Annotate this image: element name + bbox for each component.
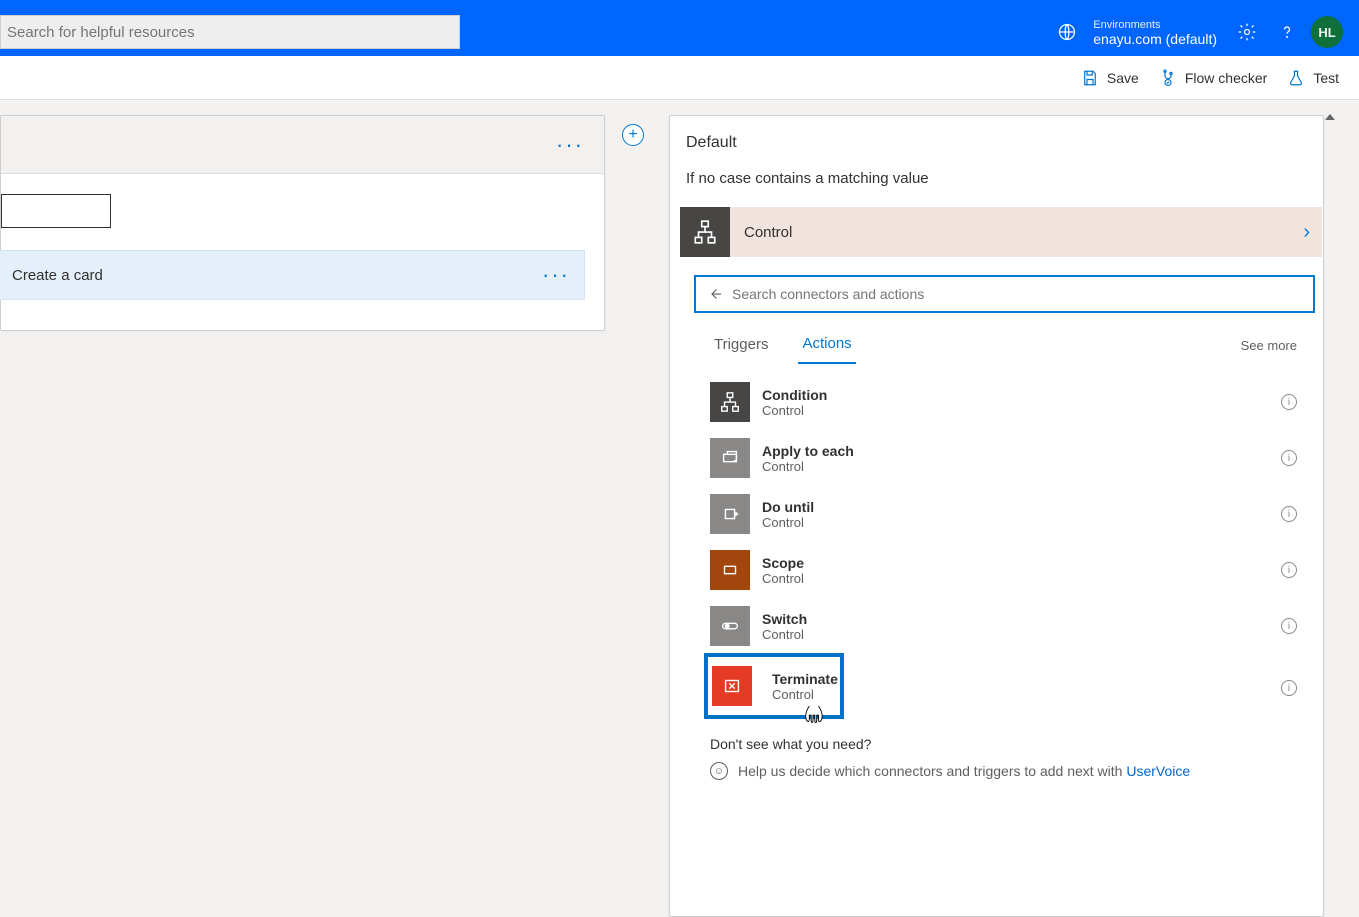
action-do-until[interactable]: Do untilControl i (710, 486, 1307, 542)
back-arrow-icon[interactable] (706, 285, 724, 303)
action-sub: Control (762, 403, 827, 418)
action-sub: Control (762, 459, 854, 474)
window-top-strip (0, 0, 1359, 8)
apply-each-icon (710, 438, 750, 478)
action-name: Switch (762, 611, 807, 627)
flow-checker-button[interactable]: Flow checker (1159, 69, 1267, 87)
switch-icon (710, 606, 750, 646)
scope-icon (710, 550, 750, 590)
action-name: Do until (762, 499, 814, 515)
help-section: Don't see what you need? ☺ Help us decid… (670, 722, 1323, 790)
help-text: Help us decide which connectors and trig… (738, 763, 1126, 779)
action-terminate[interactable]: TerminateControl i (710, 654, 1307, 722)
create-card-action[interactable]: Create a card ··· (0, 250, 585, 300)
create-card-menu-icon[interactable]: ··· (542, 262, 570, 288)
help-question: Don't see what you need? (710, 736, 1307, 752)
chevron-right-icon[interactable]: › (1303, 221, 1322, 244)
scroll-up-icon[interactable] (1325, 114, 1335, 120)
info-icon[interactable]: i (1281, 680, 1297, 696)
info-icon[interactable]: i (1281, 506, 1297, 522)
terminate-icon (712, 666, 752, 706)
action-apply-to-each[interactable]: Apply to eachControl i (710, 430, 1307, 486)
info-icon[interactable]: i (1281, 450, 1297, 466)
add-step-button[interactable]: + (622, 124, 644, 146)
do-until-icon (710, 494, 750, 534)
action-condition[interactable]: ConditionControl i (710, 374, 1307, 430)
environment-label: Environments (1093, 18, 1217, 32)
help-line: ☺ Help us decide which connectors and tr… (710, 762, 1307, 780)
action-switch[interactable]: SwitchControl i (710, 598, 1307, 654)
action-scope[interactable]: ScopeControl i (710, 542, 1307, 598)
action-sub: Control (762, 515, 814, 530)
save-label: Save (1107, 70, 1139, 86)
case-value-input[interactable] (1, 194, 111, 228)
app-header: Environments enayu.com (default) HL (0, 8, 1359, 56)
connector-search-input[interactable] (724, 286, 1303, 302)
connector-search[interactable] (694, 275, 1315, 313)
case-card-header[interactable]: ··· (1, 116, 604, 174)
condition-icon (710, 382, 750, 422)
action-name: Terminate (772, 671, 838, 687)
see-more-link[interactable]: See more (1241, 338, 1297, 353)
default-case-panel: Default If no case contains a matching v… (669, 115, 1324, 917)
help-icon[interactable] (1267, 12, 1307, 52)
tab-actions[interactable]: Actions (798, 327, 855, 364)
panel-title: Default (670, 134, 1323, 170)
terminate-highlight: TerminateControl (704, 653, 844, 719)
environment-value: enayu.com (default) (1093, 32, 1217, 46)
action-sub: Control (762, 627, 807, 642)
global-search[interactable] (0, 15, 460, 49)
info-icon[interactable]: i (1281, 394, 1297, 410)
smile-icon: ☺ (710, 762, 728, 780)
control-connector-icon (680, 207, 730, 257)
create-card-label: Create a card (12, 267, 103, 284)
connector-name: Control (730, 224, 1303, 241)
save-button[interactable]: Save (1081, 69, 1139, 87)
case-card-menu-icon[interactable]: ··· (548, 128, 592, 162)
global-search-input[interactable] (7, 24, 453, 41)
info-icon[interactable]: i (1281, 562, 1297, 578)
environment-picker[interactable]: Environments enayu.com (default) (1087, 18, 1227, 46)
uservoice-link[interactable]: UserVoice (1126, 763, 1190, 779)
test-button[interactable]: Test (1287, 69, 1339, 87)
case-card: ··· Create a card ··· (0, 115, 605, 331)
actions-list: ConditionControl i Apply to eachControl … (670, 364, 1323, 722)
flow-checker-label: Flow checker (1185, 70, 1267, 86)
environment-icon[interactable] (1047, 12, 1087, 52)
action-toolbar: Save Flow checker Test (0, 56, 1359, 100)
info-icon[interactable]: i (1281, 618, 1297, 634)
action-sub: Control (772, 687, 838, 702)
connector-tabs: Triggers Actions See more (670, 313, 1323, 364)
action-name: Scope (762, 555, 804, 571)
connector-header[interactable]: Control › (680, 207, 1322, 257)
case-card-body: Create a card ··· (1, 174, 604, 330)
action-sub: Control (762, 571, 804, 586)
action-name: Condition (762, 387, 827, 403)
panel-description: If no case contains a matching value (670, 170, 1323, 207)
user-avatar[interactable]: HL (1311, 16, 1343, 48)
action-name: Apply to each (762, 443, 854, 459)
flow-canvas: ··· Create a card ··· + Default If no ca… (0, 100, 1359, 917)
tab-triggers[interactable]: Triggers (710, 328, 772, 363)
test-label: Test (1313, 70, 1339, 86)
settings-icon[interactable] (1227, 12, 1267, 52)
